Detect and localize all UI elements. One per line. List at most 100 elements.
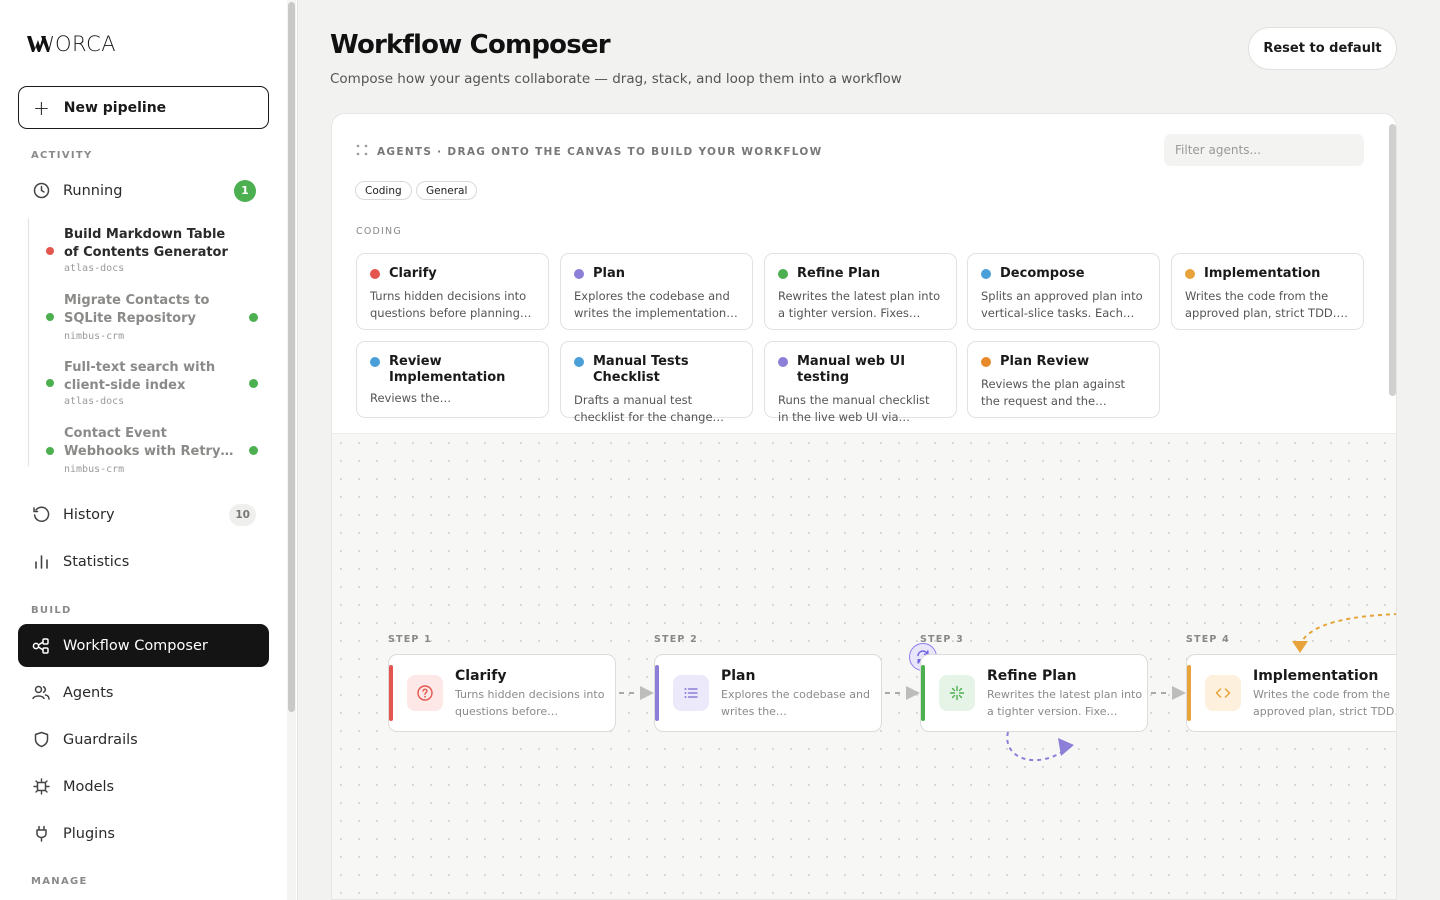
code-icon: [1205, 675, 1241, 711]
chip-general[interactable]: General: [416, 181, 478, 200]
agent-color-dot: [778, 357, 788, 367]
section-label-build: BUILD: [31, 605, 72, 616]
agent-color-dot: [1185, 269, 1195, 279]
workflow-canvas[interactable]: STEP 1 STEP 2 STEP 3 STEP 4 Clarify Turn…: [332, 434, 1397, 899]
history-count-badge: 10: [229, 503, 256, 526]
sidebar-item-label: Models: [63, 778, 115, 795]
agent-card-refine-plan[interactable]: Refine Plan Rewrites the latest plan int…: [764, 253, 957, 330]
agent-name: Plan Review: [1000, 354, 1090, 369]
step-label: STEP 4: [1186, 634, 1230, 645]
run-status-dot: [46, 447, 54, 455]
section-label-manage: MANAGE: [31, 876, 88, 887]
sidebar-item-running[interactable]: Running 1: [18, 169, 269, 212]
reset-to-default-button[interactable]: Reset to default: [1248, 27, 1397, 70]
agent-desc: Splits an approved plan into vertical-sl…: [981, 289, 1143, 320]
sidebar-item-plugins[interactable]: Plugins: [18, 812, 269, 855]
history-icon: [32, 506, 50, 524]
run-title: Build Markdown Table of Contents Generat…: [64, 227, 228, 260]
node-desc: Explores the codebase and writes the…: [721, 688, 870, 718]
node-title: Plan: [721, 668, 756, 684]
running-count-badge: 1: [234, 179, 256, 202]
sidebar-item-label: Guardrails: [63, 731, 138, 748]
chip-coding[interactable]: Coding: [355, 181, 412, 200]
agent-card-manual-web-ui-testing[interactable]: Manual web UI testing Runs the manual ch…: [764, 341, 957, 424]
sidebar-item-label: Agents: [63, 684, 114, 701]
agent-desc: Explores the codebase and writes the imp…: [574, 289, 738, 320]
palette-scrollbar[interactable]: [1389, 124, 1396, 396]
agent-card-implementation[interactable]: Implementation Writes the code from the …: [1171, 253, 1364, 330]
sidebar-item-workflow-composer[interactable]: Workflow Composer: [18, 624, 269, 667]
workflow-node-clarify[interactable]: Clarify Turns hidden decisions into ques…: [388, 654, 616, 732]
agent-name: Manual Tests Checklist: [593, 354, 689, 385]
question-icon: [407, 675, 443, 711]
agent-card-clarify[interactable]: Clarify Turns hidden decisions into ques…: [356, 253, 549, 330]
workflow-node-plan[interactable]: Plan Explores the codebase and writes th…: [654, 654, 882, 732]
chip-icon: [32, 778, 50, 796]
category-label: CODING: [356, 226, 402, 237]
node-desc: Turns hidden decisions into questions be…: [455, 688, 605, 718]
run-progress-dot: [249, 313, 258, 322]
agent-color-dot: [370, 269, 380, 279]
sidebar-item-agents[interactable]: Agents: [18, 671, 269, 714]
composer-panel: AGENTS · DRAG ONTO THE CANVAS TO BUILD Y…: [331, 113, 1397, 900]
users-icon: [32, 684, 50, 702]
node-desc: Writes the code from the approved plan, …: [1253, 688, 1397, 718]
agent-desc: Reviews the plan against the request and…: [981, 377, 1126, 408]
sidebar-item-statistics[interactable]: Statistics: [18, 540, 269, 583]
node-accent-bar: [1187, 665, 1191, 721]
workflow-node-refine-plan[interactable]: Refine Plan Rewrites the latest plan int…: [920, 654, 1148, 732]
run-tree-line: [28, 218, 29, 466]
sidebar: ORCA + New pipeline ACTIVITY Running 1 B…: [0, 0, 298, 900]
sidebar-item-label: History: [63, 506, 115, 523]
node-title: Clarify: [455, 668, 507, 684]
filter-agents-input[interactable]: [1164, 134, 1364, 166]
agent-card-manual-tests-checklist[interactable]: Manual Tests Checklist Drafts a manual t…: [560, 341, 753, 424]
step-label: STEP 2: [654, 634, 698, 645]
new-pipeline-button[interactable]: + New pipeline: [18, 86, 269, 129]
agent-card-plan-review[interactable]: Plan Review Reviews the plan against the…: [967, 341, 1160, 418]
agent-color-dot: [574, 357, 584, 367]
new-pipeline-label: New pipeline: [63, 99, 167, 116]
run-status-dot: [46, 379, 54, 387]
agent-color-dot: [574, 269, 584, 279]
agent-card-decompose[interactable]: Decompose Splits an approved plan into v…: [967, 253, 1160, 330]
arrow-head: [1172, 686, 1186, 700]
incoming-arrow-head: [1292, 641, 1308, 653]
agent-desc: Drafts a manual test checklist for the c…: [574, 393, 725, 424]
agent-color-dot: [981, 269, 991, 279]
agent-name: Manual web UI testing: [797, 354, 906, 385]
step-label: STEP 1: [388, 634, 432, 645]
agent-name: Refine Plan: [797, 266, 881, 281]
workflow-node-implementation[interactable]: Implementation Writes the code from the …: [1186, 654, 1397, 732]
drag-handle-icon: [356, 144, 368, 159]
run-title: Migrate Contacts to SQLite Repository: [64, 293, 210, 326]
bar-chart-icon: [32, 553, 50, 571]
sidebar-scrollbar[interactable]: [288, 2, 295, 712]
run-progress-dot: [249, 379, 258, 388]
arrow-head: [640, 686, 654, 700]
agent-name: Decompose: [1000, 266, 1085, 281]
workflow-icon: [32, 637, 50, 655]
plus-icon: +: [33, 95, 50, 120]
palette-heading: AGENTS · DRAG ONTO THE CANVAS TO BUILD Y…: [356, 144, 823, 159]
sidebar-item-guardrails[interactable]: Guardrails: [18, 718, 269, 761]
sparkle-icon: [939, 675, 975, 711]
agent-desc: Runs the manual checklist in the live we…: [778, 393, 930, 424]
logo[interactable]: ORCA: [27, 32, 116, 56]
list-icon: [673, 675, 709, 711]
sidebar-item-label: Running: [63, 182, 123, 199]
sidebar-item-history[interactable]: History 10: [18, 493, 269, 536]
run-project: nimbus-crm: [64, 464, 125, 475]
agent-desc: Turns hidden decisions into questions be…: [370, 289, 532, 320]
sidebar-item-label: Statistics: [63, 553, 130, 570]
page-title: Workflow Composer: [330, 30, 611, 60]
agent-card-plan[interactable]: Plan Explores the codebase and writes th…: [560, 253, 753, 330]
agent-desc: Reviews the implementatio…: [370, 391, 440, 405]
agent-card-review-implementation[interactable]: Review Implementation Reviews the implem…: [356, 341, 549, 418]
run-title: Full-text search with client-side index: [64, 360, 216, 393]
run-progress-dot: [249, 446, 258, 455]
node-accent-bar: [921, 665, 925, 721]
run-title: Contact Event Webhooks with Retry…: [64, 426, 234, 459]
sidebar-item-models[interactable]: Models: [18, 765, 269, 808]
arrow-head: [906, 686, 920, 700]
